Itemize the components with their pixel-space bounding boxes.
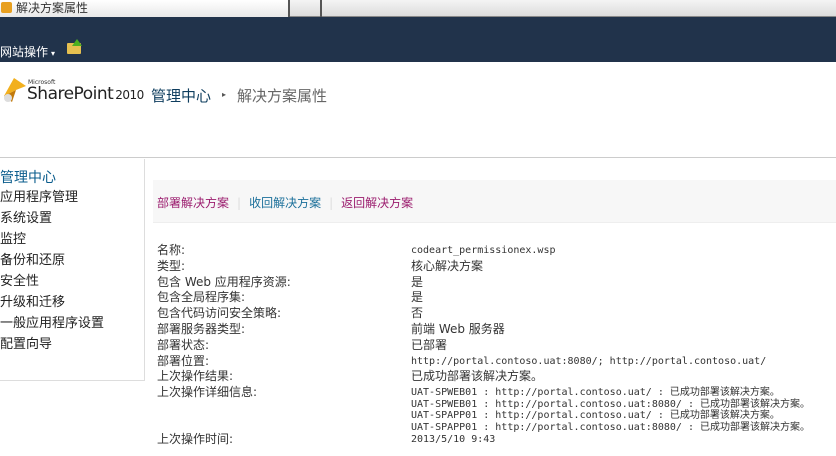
detail-list: UAT-SPWEB01 : http://portal.contoso.uat/…: [411, 387, 810, 433]
site-actions-label: 网站操作: [0, 45, 49, 59]
sidebar-item-app-management[interactable]: 应用程序管理: [0, 188, 144, 209]
property-label: 上次操作详细信息:: [157, 385, 258, 400]
property-label: 包含代码访问安全策略:: [157, 306, 282, 321]
sharepoint-logo-icon: [4, 78, 26, 102]
property-label: 上次操作时间:: [157, 432, 234, 447]
product-name: SharePoint: [27, 84, 114, 104]
divider: |: [329, 196, 334, 210]
product-version: 2010: [115, 88, 144, 102]
property-value: 是: [411, 274, 424, 289]
property-label: 包含 Web 应用程序资源:: [157, 274, 291, 289]
detail-line: UAT-SPWEB01 : http://portal.contoso.uat:…: [411, 398, 810, 410]
property-label: 部署服务器类型:: [157, 321, 246, 336]
property-value: 核心解决方案: [411, 258, 484, 273]
property-value: codeart_permissionex.wsp: [411, 245, 556, 256]
chevron-down-icon: ▾: [51, 49, 56, 58]
sidebar-item-monitoring[interactable]: 监控: [0, 230, 144, 251]
browser-tab[interactable]: 解决方案属性: [0, 0, 290, 17]
detail-line: UAT-SPWEB01 : http://portal.contoso.uat/…: [411, 387, 780, 399]
retract-solution-link[interactable]: 收回解决方案: [249, 196, 321, 210]
logo-text: SharePoint 2010: [27, 84, 144, 104]
sidebar-item-general-settings[interactable]: 一般应用程序设置: [0, 314, 144, 335]
breadcrumb-arrow-icon: ▸: [222, 90, 227, 99]
navigate-up-icon[interactable]: [67, 39, 82, 54]
detail-line: UAT-SPAPP01 : http://portal.contoso.uat/…: [411, 410, 780, 422]
property-value: 已部署: [411, 337, 448, 352]
sidebar-heading[interactable]: 管理中心: [0, 167, 144, 188]
title-bar: 解决方案属性: [0, 0, 836, 17]
property-value: 已成功部署该解决方案。: [411, 369, 544, 384]
property-label: 上次操作结果:: [157, 369, 234, 384]
divider: |: [237, 196, 242, 210]
ribbon: 网站操作 ▾: [0, 17, 836, 62]
quick-launch: 管理中心 应用程序管理 系统设置 监控 备份和还原 安全性 升级和迁移 一般应用…: [0, 159, 145, 381]
property-label: 部署位置:: [157, 353, 210, 368]
property-label: 包含全局程序集:: [157, 290, 246, 305]
toolbar: 部署解决方案 | 收回解决方案 | 返回解决方案: [153, 180, 836, 223]
site-actions-menu[interactable]: 网站操作 ▾: [0, 43, 55, 60]
page-header: Microsoft SharePoint 2010 管理中心 ▸ 解决方案属性: [0, 62, 836, 158]
property-value: 否: [411, 306, 424, 321]
page-title: 解决方案属性: [237, 87, 328, 105]
deploy-solution-link[interactable]: 部署解决方案: [157, 196, 229, 210]
page-icon: [1, 2, 12, 13]
sidebar-item-backup[interactable]: 备份和还原: [0, 251, 144, 272]
breadcrumb-central-admin[interactable]: 管理中心: [151, 85, 211, 106]
sidebar-item-system-settings[interactable]: 系统设置: [0, 209, 144, 230]
new-tab[interactable]: [292, 0, 322, 17]
sidebar-item-upgrade[interactable]: 升级和迁移: [0, 293, 144, 314]
property-label: 名称:: [157, 243, 186, 257]
back-to-solutions-link[interactable]: 返回解决方案: [341, 196, 413, 210]
property-label: 部署状态:: [157, 337, 210, 352]
tab-title: 解决方案属性: [16, 1, 89, 15]
property-value: 前端 Web 服务器: [411, 321, 505, 336]
sidebar-item-config-wizards[interactable]: 配置向导: [0, 335, 144, 356]
property-value: http://portal.contoso.uat:8080/; http://…: [411, 355, 767, 367]
property-label: 类型:: [157, 258, 186, 273]
property-value: 2013/5/10 9:43: [411, 434, 496, 446]
sidebar-item-security[interactable]: 安全性: [0, 272, 144, 293]
property-value: 是: [411, 290, 424, 305]
